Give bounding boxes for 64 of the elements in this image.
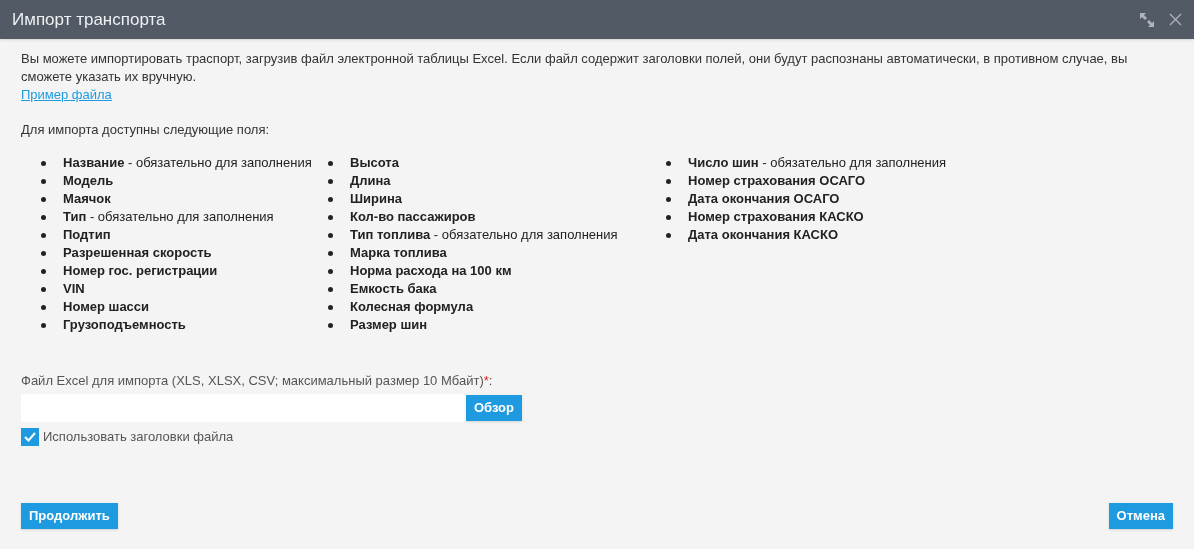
field-item: Название - обязательно для заполнения xyxy=(63,154,312,173)
bullet-icon xyxy=(41,304,46,310)
browse-button[interactable]: Обзор xyxy=(466,395,522,421)
field-item: Длина xyxy=(350,172,391,191)
field-item: Марка топлива xyxy=(350,244,447,263)
field-item: Подтип xyxy=(63,226,111,245)
bullet-icon xyxy=(41,250,46,256)
field-item: Номер гос. регистрации xyxy=(63,262,218,281)
field-item: Число шин - обязательно для заполнения xyxy=(688,154,947,173)
field-item: Кол-во пассажиров xyxy=(350,208,476,227)
bullet-icon xyxy=(666,178,671,184)
file-input-field[interactable] xyxy=(21,394,466,422)
field-item: Номер страхования КАСКО xyxy=(688,208,864,227)
field-item: Колесная формула xyxy=(350,298,474,317)
bullet-icon xyxy=(41,196,46,202)
bullet-icon xyxy=(666,196,671,202)
bullet-icon xyxy=(328,178,333,184)
cancel-button[interactable]: Отмена xyxy=(1108,503,1173,529)
field-item: Высота xyxy=(350,154,399,173)
bullet-icon xyxy=(328,196,333,202)
field-item: Размер шин xyxy=(350,316,428,335)
maximize-icon[interactable] xyxy=(1139,11,1155,28)
field-item: Дата окончания КАСКО xyxy=(688,226,839,245)
intro-text: Вы можете импортировать траспорт, загрузив файл электронной таблицы Excel. Если файл содержит заголовки полей, они будут распознаны автоматически, в противном случае, вы сможете указать их вручную. xyxy=(21,50,1129,86)
bullet-icon xyxy=(666,160,671,166)
bullet-icon xyxy=(328,232,333,238)
window-title: Импорт транспорта xyxy=(12,8,166,31)
field-item: Номер шасси xyxy=(63,298,150,317)
example-file-link[interactable]: Пример файла xyxy=(21,86,112,104)
bullet-icon xyxy=(328,214,333,220)
bullet-icon xyxy=(328,322,333,328)
bullet-icon xyxy=(666,232,671,238)
field-item: Емкость бака xyxy=(350,280,437,299)
field-item: Ширина xyxy=(350,190,403,209)
bullet-icon xyxy=(666,214,671,220)
checkbox[interactable] xyxy=(21,427,39,446)
bullet-icon xyxy=(41,322,46,328)
field-item: Дата окончания ОСАГО xyxy=(688,190,840,209)
field-item: Маячок xyxy=(63,190,111,209)
bullet-icon xyxy=(41,286,46,292)
field-item: Модель xyxy=(63,172,114,191)
checkbox-label: Использовать заголовки файла xyxy=(43,428,234,446)
file-field-label: Файл Excel для импорта (XLS, XLSX, CSV; максимальный размер 10 Мбайт)*: xyxy=(21,372,493,390)
bullet-icon xyxy=(328,268,333,274)
checkmark-icon xyxy=(24,431,36,442)
bullet-icon xyxy=(328,286,333,292)
bullet-icon xyxy=(41,232,46,238)
field-item: Тип - обязательно для заполнения xyxy=(63,208,274,227)
bullet-icon xyxy=(328,250,333,256)
field-item: Тип топлива - обязательно для заполнения xyxy=(350,226,618,245)
field-item: VIN xyxy=(63,280,85,299)
bullet-icon xyxy=(41,268,46,274)
field-item: Номер страхования ОСАГО xyxy=(688,172,866,191)
bullet-icon xyxy=(41,160,46,166)
field-item: Норма расхода на 100 км xyxy=(350,262,512,281)
field-item: Разрешенная скорость xyxy=(63,244,212,263)
close-icon[interactable] xyxy=(1169,13,1182,26)
continue-button[interactable]: Продолжить xyxy=(21,503,118,529)
bullet-icon xyxy=(328,304,333,310)
bullet-icon xyxy=(41,178,46,184)
bullet-icon xyxy=(328,160,333,166)
bullet-icon xyxy=(41,214,46,220)
field-item: Грузоподъемность xyxy=(63,316,186,335)
fields-heading: Для импорта доступны следующие поля: xyxy=(21,121,271,139)
